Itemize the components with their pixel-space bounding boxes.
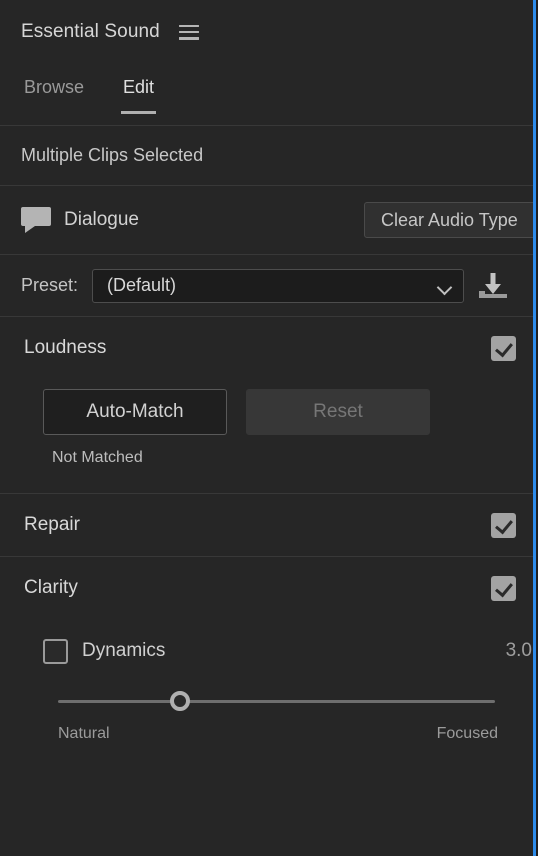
preset-value: (Default) xyxy=(107,275,177,295)
dynamics-label: Dynamics xyxy=(82,640,166,661)
auto-match-button[interactable]: Auto-Match xyxy=(43,389,227,435)
speech-bubble-icon xyxy=(21,207,51,233)
section-header-repair[interactable]: Repair xyxy=(0,494,538,556)
checkbox-clarity[interactable] xyxy=(491,575,516,601)
dynamics-slider-labels: Natural Focused xyxy=(0,711,538,743)
selection-status-label: Multiple Clips Selected xyxy=(21,145,204,165)
panel-header: Essential Sound xyxy=(0,0,538,63)
hamburger-line xyxy=(178,30,199,34)
reset-button: Reset xyxy=(246,389,430,435)
hamburger-line xyxy=(178,37,199,40)
dynamics-min-label: Natural xyxy=(58,725,110,742)
dynamics-slider[interactable] xyxy=(0,691,538,711)
checkbox-loudness[interactable] xyxy=(491,335,516,361)
clear-audio-type-button[interactable]: Clear Audio Type xyxy=(364,202,538,238)
section-title-repair: Repair xyxy=(24,514,80,535)
tab-browse[interactable]: Browse xyxy=(24,77,84,114)
section-header-loudness[interactable]: Loudness xyxy=(0,317,538,379)
preset-label: Preset: xyxy=(21,275,79,295)
dynamics-slider-track xyxy=(58,700,495,703)
save-preset-icon[interactable] xyxy=(478,272,508,300)
audio-type-row: Dialogue Clear Audio Type xyxy=(0,186,538,254)
preset-row: Preset: (Default) xyxy=(0,255,538,316)
dynamics-slider-handle[interactable] xyxy=(170,691,191,711)
selection-status-row: Multiple Clips Selected xyxy=(0,126,538,185)
section-header-clarity[interactable]: Clarity xyxy=(0,557,538,619)
checkbox-dynamics[interactable] xyxy=(43,638,68,664)
loudness-match-status: Not Matched xyxy=(52,449,143,466)
dynamics-row: Dynamics 3.0 xyxy=(0,629,538,673)
essential-sound-panel: Essential Sound Browse Edit Multiple Cli… xyxy=(0,0,538,856)
preset-dropdown[interactable]: (Default) xyxy=(92,268,465,303)
tab-edit[interactable]: Edit xyxy=(121,77,157,114)
section-title-clarity: Clarity xyxy=(24,577,78,598)
hamburger-line xyxy=(178,24,199,27)
dynamics-label-group: Dynamics xyxy=(43,638,166,664)
hamburger-menu-icon[interactable] xyxy=(178,24,199,40)
chevron-down-icon xyxy=(438,282,451,290)
clarity-body: Dynamics 3.0 Natural Focused xyxy=(0,619,538,743)
checkbox-repair[interactable] xyxy=(491,512,516,538)
tab-bar: Browse Edit xyxy=(0,63,538,125)
audio-type-label: Dialogue xyxy=(64,209,139,230)
loudness-button-row: Auto-Match Reset xyxy=(0,389,538,435)
loudness-body: Auto-Match Reset Not Matched xyxy=(0,379,538,493)
page-title: Essential Sound xyxy=(21,20,160,42)
dynamics-max-label: Focused xyxy=(436,725,498,742)
section-title-loudness: Loudness xyxy=(24,337,107,358)
